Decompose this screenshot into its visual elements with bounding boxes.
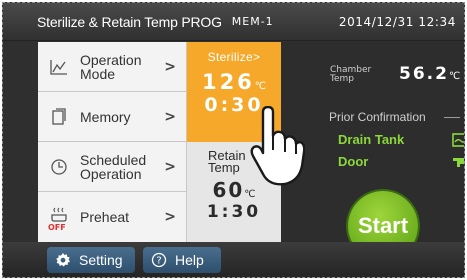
menu-label: Memory [80,108,131,125]
bottom-bar: Setting ? Help [3,242,464,277]
prior-confirmation-title: Prior Confirmation [329,110,426,124]
memory-doc-icon [48,107,70,127]
chevron-right-icon: > [164,59,176,75]
help-button[interactable]: ? Help [143,247,221,273]
menu-item-preheat[interactable]: OFF Preheat > [38,192,186,242]
svg-text:?: ? [156,256,161,267]
preheat-off-badge: OFF [48,223,66,232]
mode-graph-icon [48,57,70,77]
gear-icon [55,252,71,268]
datetime-display: 2014/12/31 12:34 [338,14,456,29]
clock-icon [48,157,70,177]
chamber-temp-label: Chamber Temp [330,65,372,84]
side-menu: Operation Mode > Memory > Scheduled Oper… [38,42,187,242]
drain-tank-status: Drain Tank [338,132,405,147]
sterilize-label: Sterilize> [207,50,261,64]
memory-indicator: MEM-1 [231,15,274,28]
menu-item-operation-mode[interactable]: Operation Mode > [38,42,186,92]
menu-item-scheduled-operation[interactable]: Scheduled Operation > [38,142,186,192]
chevron-right-icon: > [164,159,176,175]
program-title: Sterilize & Retain Temp PROG [37,13,222,30]
menu-label: Operation Mode [80,51,142,82]
help-label: Help [175,252,204,268]
retain-time: 1:30 [206,202,262,222]
chevron-right-icon: > [164,209,176,225]
app-window: Sterilize & Retain Temp PROG MEM-1 2014/… [2,2,465,278]
divider [444,117,460,118]
menu-label: Preheat [80,209,130,225]
menu-item-memory[interactable]: Memory > [38,92,186,142]
door-key-icon [452,154,464,173]
setting-label: Setting [79,252,123,268]
drain-tank-icon [452,132,464,152]
chevron-right-icon: > [164,109,176,125]
hand-pointer-icon [247,105,306,190]
setting-button[interactable]: Setting [47,247,135,273]
chamber-temp-value: 56.2℃ [399,64,461,84]
title-bar: Sterilize & Retain Temp PROG MEM-1 2014/… [3,3,464,41]
door-status: Door [338,154,369,169]
help-icon: ? [151,252,167,268]
chevron-right-icon: > [253,50,261,64]
menu-label: Scheduled Operation [80,151,147,182]
sterilize-temp: 126℃ [201,70,267,94]
